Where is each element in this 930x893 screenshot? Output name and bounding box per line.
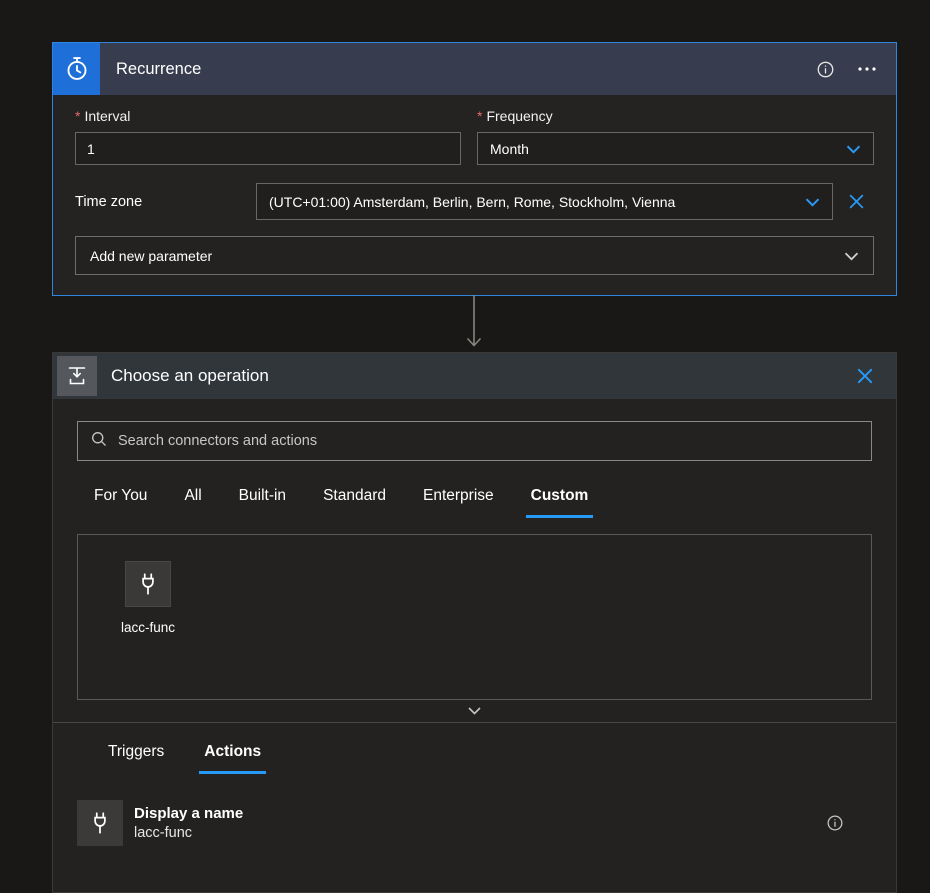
clear-timezone-icon[interactable] bbox=[838, 184, 874, 220]
card-title: Choose an operation bbox=[111, 366, 269, 386]
action-text: Display a name lacc-func bbox=[134, 805, 243, 841]
timezone-value: (UTC+01:00) Amsterdam, Berlin, Bern, Rom… bbox=[269, 194, 675, 210]
action-list-item[interactable]: Display a name lacc-func bbox=[77, 800, 872, 846]
tab-all[interactable]: All bbox=[184, 487, 201, 518]
connector-tile-lacc-func[interactable]: lacc-func bbox=[116, 561, 180, 635]
custom-connector-icon bbox=[125, 561, 171, 607]
close-icon[interactable] bbox=[850, 361, 880, 391]
required-marker: * bbox=[75, 108, 80, 124]
frequency-select[interactable]: Month bbox=[477, 132, 874, 165]
recurrence-header-actions bbox=[810, 54, 882, 84]
tab-built-in[interactable]: Built-in bbox=[239, 487, 286, 518]
chevron-down-icon bbox=[844, 248, 859, 264]
custom-connector-icon bbox=[77, 800, 123, 846]
info-icon[interactable] bbox=[820, 808, 850, 838]
frequency-value: Month bbox=[490, 141, 529, 157]
card-title: Recurrence bbox=[116, 60, 201, 79]
search-icon bbox=[90, 430, 108, 453]
more-options-icon[interactable] bbox=[852, 54, 882, 84]
recurrence-card-header[interactable]: Recurrence bbox=[53, 43, 896, 95]
choose-operation-card: Choose an operation For You All Built-in… bbox=[52, 352, 897, 893]
action-title: Display a name bbox=[134, 805, 243, 822]
chevron-down-icon bbox=[805, 194, 820, 210]
operation-card-header: Choose an operation bbox=[53, 353, 896, 399]
operation-card-body: For You All Built-in Standard Enterprise… bbox=[53, 399, 896, 846]
tab-for-you[interactable]: For You bbox=[94, 487, 147, 518]
timezone-select[interactable]: (UTC+01:00) Amsterdam, Berlin, Bern, Rom… bbox=[256, 183, 833, 220]
chevron-down-icon bbox=[468, 702, 481, 720]
recurrence-icon bbox=[53, 43, 100, 95]
recurrence-trigger-card[interactable]: Recurrence *Interval *Fr bbox=[52, 42, 897, 296]
search-box[interactable] bbox=[77, 421, 872, 461]
frequency-field-group: *Frequency Month bbox=[477, 108, 874, 165]
choose-operation-icon bbox=[57, 356, 97, 396]
chevron-down-icon bbox=[846, 141, 861, 157]
action-subtitle: lacc-func bbox=[134, 825, 243, 841]
frequency-label: *Frequency bbox=[477, 108, 874, 124]
add-new-parameter-select[interactable]: Add new parameter bbox=[75, 236, 874, 275]
tab-triggers[interactable]: Triggers bbox=[108, 743, 164, 774]
interval-label: *Interval bbox=[75, 108, 461, 124]
search-input[interactable] bbox=[118, 433, 859, 449]
operation-type-tabs: Triggers Actions bbox=[77, 743, 872, 774]
add-new-parameter-label: Add new parameter bbox=[90, 248, 212, 264]
timezone-label: Time zone bbox=[75, 194, 256, 210]
tab-actions[interactable]: Actions bbox=[204, 743, 261, 774]
tab-standard[interactable]: Standard bbox=[323, 487, 386, 518]
connector-name: lacc-func bbox=[116, 620, 180, 635]
info-icon[interactable] bbox=[810, 54, 840, 84]
collapse-panel-control[interactable] bbox=[53, 700, 896, 723]
recurrence-card-body: *Interval *Frequency Month Time zone (UT… bbox=[53, 95, 896, 295]
interval-field-group: *Interval bbox=[75, 108, 461, 165]
connector-category-tabs: For You All Built-in Standard Enterprise… bbox=[77, 487, 872, 518]
interval-input[interactable] bbox=[75, 132, 461, 165]
connector-results-panel: lacc-func bbox=[77, 534, 872, 700]
tab-enterprise[interactable]: Enterprise bbox=[423, 487, 494, 518]
required-marker: * bbox=[477, 108, 482, 124]
tab-custom[interactable]: Custom bbox=[531, 487, 589, 518]
flow-connector-arrow bbox=[464, 295, 484, 351]
